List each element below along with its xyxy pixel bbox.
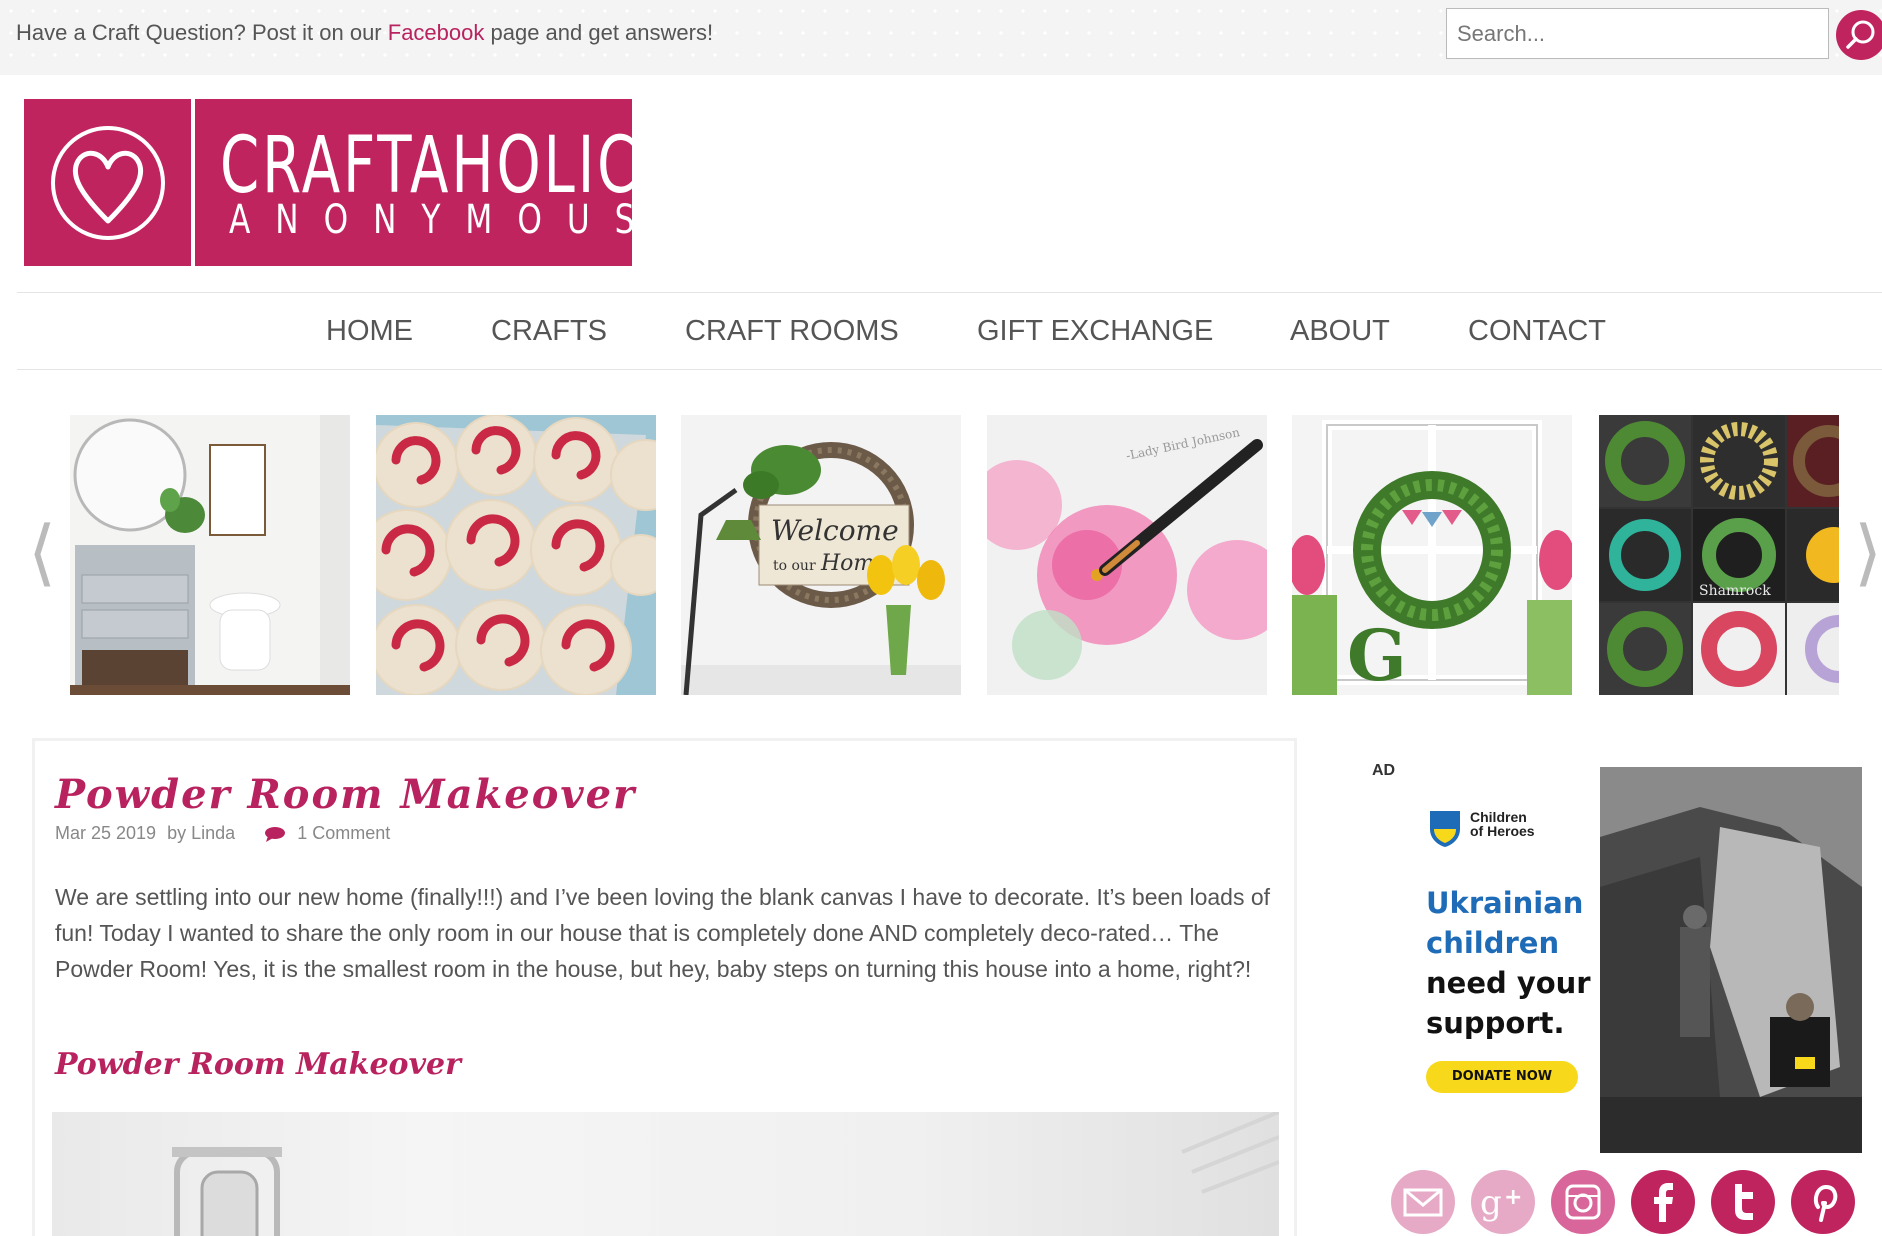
carousel-prev-arrow[interactable]: ⟨ xyxy=(28,510,56,594)
email-icon xyxy=(1391,1170,1455,1234)
post-subtitle: Powder Room Makeover xyxy=(55,1047,461,1082)
carousel-thumb-wreath-collage[interactable]: Shamrock xyxy=(1599,415,1839,695)
ad-banner[interactable]: Children of Heroes Ukrainian children ne… xyxy=(1408,765,1862,1155)
to-our-text: to our xyxy=(773,558,816,574)
post-body: We are settling into our new home (final… xyxy=(55,884,1271,982)
search-button[interactable] xyxy=(1836,10,1882,60)
logo-subtitle: ANONYMOUS® xyxy=(229,197,716,243)
message-text: Have a Craft Question? Post it on our xyxy=(16,20,388,45)
powder-room-photo xyxy=(52,1112,1279,1236)
svg-text:+: + xyxy=(1504,1185,1522,1210)
nav-gift-exchange[interactable]: GIFT EXCHANGE xyxy=(977,315,1213,348)
powder-room-image xyxy=(70,415,350,695)
logo-divider xyxy=(191,99,195,266)
ad-label: AD xyxy=(1372,762,1396,779)
carousel-thumb-rolls[interactable] xyxy=(376,415,656,695)
pinterest-button[interactable] xyxy=(1791,1170,1855,1234)
post-comments-link[interactable]: 1 Comment xyxy=(297,823,390,843)
ad-headline-blue: Ukrainian children xyxy=(1426,886,1584,960)
comment-icon xyxy=(265,827,286,843)
donate-now-button[interactable]: DONATE NOW xyxy=(1426,1061,1578,1093)
post-title[interactable]: Powder Room Makeover xyxy=(55,771,636,818)
nav-home[interactable]: HOME xyxy=(326,315,413,348)
carousel-thumb-welcome-wreath[interactable]: Welcome to our Home xyxy=(681,415,961,695)
raspberry-rolls-image xyxy=(376,415,656,695)
site-logo[interactable]: CRAFTAHOLICS ANONYMOUS® xyxy=(24,99,691,266)
heart-icon xyxy=(51,126,165,240)
search-input[interactable] xyxy=(1446,8,1829,59)
instagram-button[interactable] xyxy=(1551,1170,1615,1234)
carousel-next-arrow[interactable]: ⟩ xyxy=(1854,510,1882,594)
letter-g-text: G xyxy=(1347,614,1407,695)
nav-crafts[interactable]: CRAFTS xyxy=(491,315,607,348)
post-meta: Mar 25 2019 by Linda 1 Comment xyxy=(55,823,396,844)
ad-photo-graphic xyxy=(1600,767,1862,1153)
search-icon xyxy=(1846,20,1875,49)
carousel-thumb-powder-room[interactable] xyxy=(70,415,350,695)
facebook-button[interactable] xyxy=(1631,1170,1695,1234)
shield-icon xyxy=(1430,811,1460,847)
welcome-wreath-image: Welcome to our Home xyxy=(681,415,961,695)
craft-question-message: Have a Craft Question? Post it on our Fa… xyxy=(16,20,713,46)
main-nav: HOME CRAFTS CRAFT ROOMS GIFT EXCHANGE AB… xyxy=(17,292,1882,370)
post-image-graphic xyxy=(172,1112,1279,1236)
pinterest-icon xyxy=(1791,1170,1855,1234)
post-date: Mar 25 2019 xyxy=(55,823,157,843)
shamrock-text: Shamrock xyxy=(1699,583,1771,599)
facebook-link[interactable]: Facebook xyxy=(388,20,485,45)
nav-about[interactable]: ABOUT xyxy=(1290,315,1390,348)
article-card: Powder Room Makeover Mar 25 2019 by Lind… xyxy=(32,738,1297,1236)
top-bar: Have a Craft Question? Post it on our Fa… xyxy=(0,0,1882,75)
twitter-button[interactable] xyxy=(1711,1170,1775,1234)
ad-org-name: Children of Heroes xyxy=(1470,810,1535,838)
twitter-icon xyxy=(1711,1170,1775,1234)
post-author[interactable]: by Linda xyxy=(167,823,235,843)
ad-org-line2: of Heroes xyxy=(1470,823,1535,839)
ad-photo xyxy=(1600,767,1862,1153)
instagram-icon xyxy=(1551,1170,1615,1234)
welcome-text: Welcome xyxy=(771,514,899,547)
svg-text:g: g xyxy=(1480,1183,1502,1223)
message-text-end: page and get answers! xyxy=(484,20,714,45)
google-plus-button[interactable]: g + xyxy=(1471,1170,1535,1234)
nav-contact[interactable]: CONTACT xyxy=(1468,315,1606,348)
ad-org-line1: Children xyxy=(1470,809,1527,825)
window-wreath-image: G xyxy=(1292,415,1572,695)
carousel-thumb-window-wreath[interactable]: G xyxy=(1292,415,1572,695)
carousel-thumb-watercolor[interactable]: -Lady Bird Johnson xyxy=(987,415,1267,695)
google-plus-icon: g + xyxy=(1471,1170,1535,1234)
nav-craft-rooms[interactable]: CRAFT ROOMS xyxy=(685,315,899,348)
ad-headline-black: need your support. xyxy=(1426,966,1591,1040)
email-button[interactable] xyxy=(1391,1170,1455,1234)
watercolor-flowers-image: -Lady Bird Johnson xyxy=(987,415,1267,695)
facebook-icon xyxy=(1631,1170,1695,1234)
wreath-collage-image: Shamrock xyxy=(1599,415,1839,695)
